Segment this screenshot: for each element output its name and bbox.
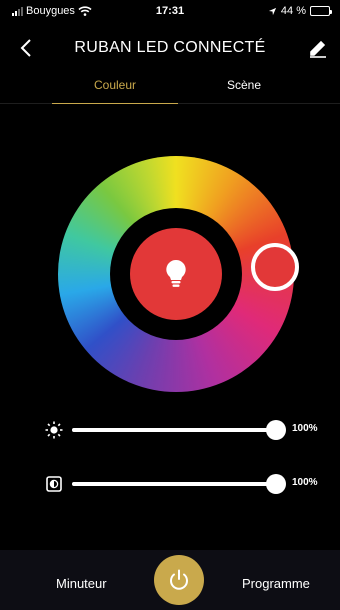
program-button[interactable]: Programme	[242, 576, 310, 591]
contrast-slider[interactable]	[72, 474, 286, 494]
navigation-bar: RUBAN LED CONNECTÉ	[0, 30, 340, 66]
contrast-icon	[44, 474, 64, 494]
timer-button[interactable]: Minuteur	[56, 576, 107, 591]
battery-percent: 44 %	[280, 5, 306, 17]
color-wheel-container	[58, 156, 299, 392]
lightbulb-icon	[166, 259, 186, 287]
power-button[interactable]	[154, 555, 204, 605]
sun-icon	[44, 420, 64, 440]
brightness-slider-thumb[interactable]	[266, 420, 286, 440]
back-button[interactable]	[14, 34, 38, 62]
brightness-slider[interactable]	[72, 420, 286, 440]
power-icon	[170, 569, 188, 590]
tab-scene[interactable]: Scène	[196, 78, 292, 92]
chevron-left-icon	[20, 39, 31, 57]
battery-info: 44 %	[268, 5, 332, 17]
brightness-value: 100%	[292, 423, 318, 434]
color-wheel-handle[interactable]	[251, 243, 299, 291]
location-arrow-icon	[268, 7, 277, 15]
contrast-value: 100%	[292, 477, 318, 488]
page-title: RUBAN LED CONNECTÉ	[74, 39, 266, 56]
tab-bar: Couleur Scène	[0, 72, 340, 104]
contrast-slider-row: 100%	[40, 472, 330, 496]
status-bar: Bouygues 17:31 44 %	[0, 0, 340, 22]
brightness-slider-fill	[72, 428, 276, 432]
selected-color-button[interactable]	[130, 228, 222, 320]
battery-icon	[310, 6, 332, 16]
contrast-slider-thumb[interactable]	[266, 474, 286, 494]
edit-button[interactable]	[306, 35, 330, 61]
brightness-slider-row: 100%	[40, 418, 330, 442]
tab-couleur[interactable]: Couleur	[52, 78, 178, 104]
pencil-icon	[310, 40, 326, 58]
contrast-slider-fill	[72, 482, 276, 486]
bottom-bar: Minuteur Programme	[0, 550, 340, 610]
